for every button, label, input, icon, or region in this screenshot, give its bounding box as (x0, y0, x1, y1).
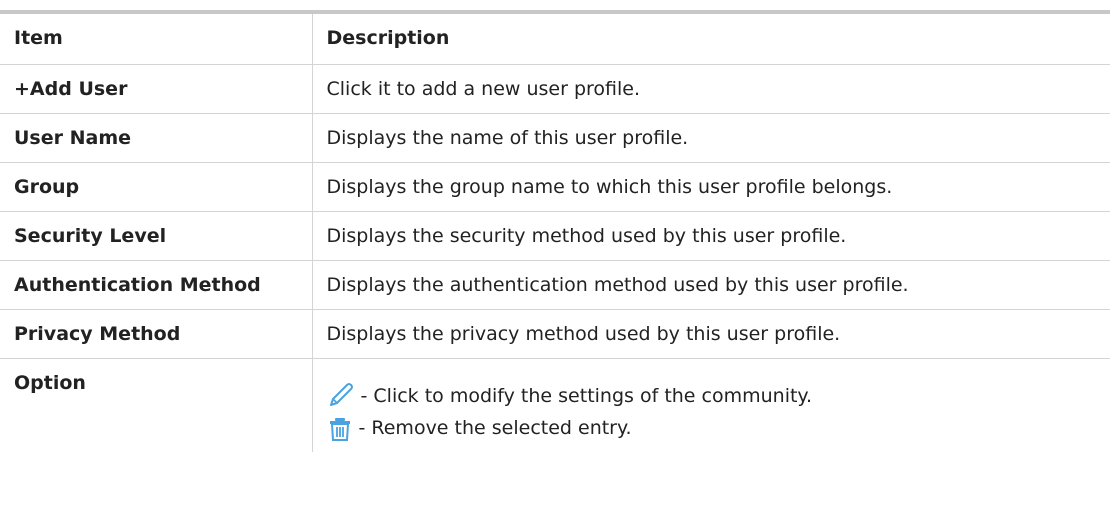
trash-delete-icon (329, 418, 350, 441)
table-row: User Name Displays the name of this user… (0, 113, 1110, 163)
row-description: Displays the security method used by thi… (312, 211, 1110, 261)
description-table: Item Description +Add User Click it to a… (0, 10, 1110, 452)
table-row: Security Level Displays the security met… (0, 211, 1110, 261)
row-item: Option (0, 358, 313, 452)
table-row-option: Option - Click to modify the settings of… (0, 358, 1110, 453)
row-description: Click it to add a new user profile. (312, 64, 1110, 114)
row-item: Privacy Method (0, 309, 313, 359)
header-description: Description (312, 14, 1110, 65)
option-remove-entry: - Remove the selected entry. (327, 414, 1095, 442)
option-remove-text: - Remove the selected entry. (358, 417, 632, 439)
table-row: Privacy Method Displays the privacy meth… (0, 309, 1110, 359)
header-item: Item (0, 14, 313, 65)
option-edit-entry: - Click to modify the settings of the co… (327, 378, 1095, 410)
option-description: - Click to modify the settings of the co… (312, 359, 1110, 453)
row-item: User Name (0, 113, 313, 163)
table-row: Authentication Method Displays the authe… (0, 260, 1110, 310)
row-item: +Add User (0, 64, 313, 114)
table-header-row: Item Description (0, 14, 1110, 65)
table-row: Group Displays the group name to which t… (0, 162, 1110, 212)
pencil-edit-icon (329, 383, 353, 406)
row-description: Displays the group name to which this us… (312, 162, 1110, 212)
table-row: +Add User Click it to add a new user pro… (0, 64, 1110, 114)
row-description: Displays the name of this user profile. (312, 113, 1110, 163)
row-item: Authentication Method (0, 260, 313, 310)
row-item: Group (0, 162, 313, 212)
row-description: Displays the authentication method used … (312, 260, 1110, 310)
row-item: Security Level (0, 211, 313, 261)
row-description: Displays the privacy method used by this… (312, 309, 1110, 359)
option-edit-text: - Click to modify the settings of the co… (360, 385, 813, 407)
